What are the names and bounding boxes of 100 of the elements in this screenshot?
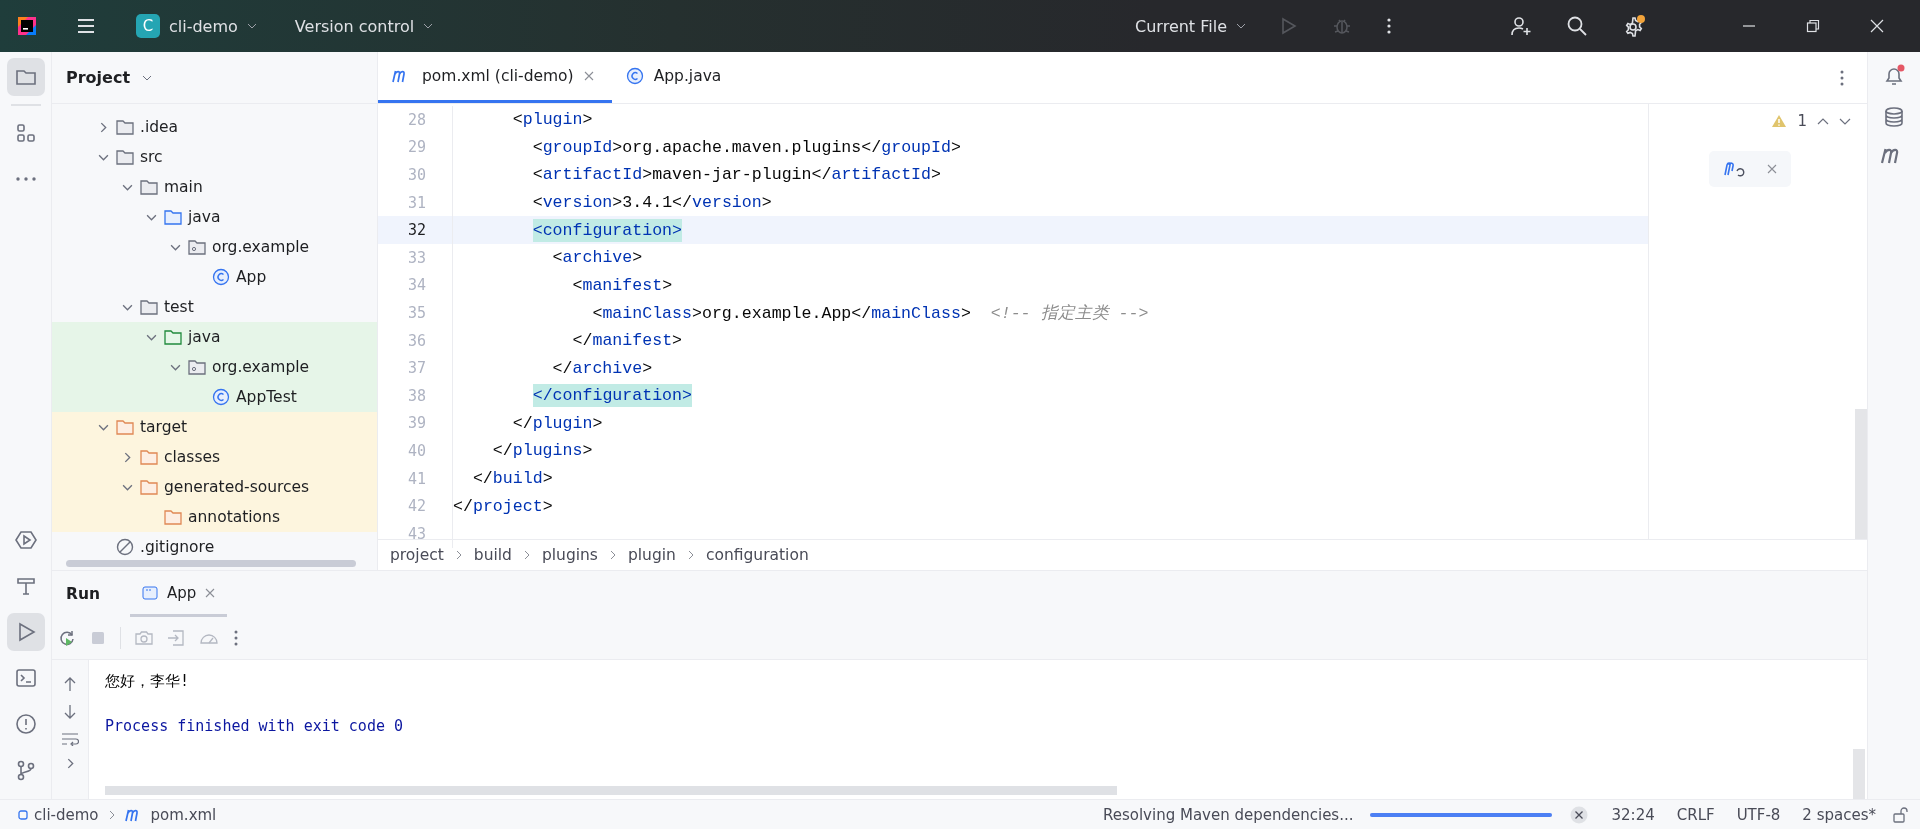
tree-row[interactable]: src — [52, 142, 377, 172]
chevron-down-icon[interactable] — [169, 363, 181, 371]
tree-item-label: java — [188, 328, 221, 346]
more-icon[interactable] — [1386, 16, 1392, 36]
chevron-down-icon[interactable] — [97, 423, 109, 431]
chevron-down-icon[interactable] — [121, 183, 133, 191]
scrollbar[interactable] — [105, 786, 1117, 795]
breadcrumb[interactable]: project — [390, 546, 444, 564]
line-number: 38 — [378, 381, 453, 410]
status-path-item[interactable]: pom.xml — [124, 805, 217, 824]
chevron-down-icon[interactable] — [1839, 117, 1851, 125]
tree-item-label: src — [140, 148, 163, 166]
database-icon[interactable] — [1883, 106, 1905, 128]
tree-row[interactable]: annotations — [52, 502, 377, 532]
breadcrumb[interactable]: plugin — [627, 546, 676, 564]
folder-icon — [164, 329, 182, 345]
module-icon — [18, 809, 28, 820]
tree-row[interactable]: classes — [52, 442, 377, 472]
line-number: 41 — [378, 464, 453, 493]
status-item[interactable]: CRLF — [1676, 805, 1715, 824]
tree-row[interactable]: org.example — [52, 232, 377, 262]
chevron-down-icon[interactable] — [145, 213, 157, 221]
folder-icon — [116, 119, 134, 135]
chevron-right-icon[interactable] — [123, 451, 131, 463]
breadcrumb[interactable]: build — [473, 546, 512, 564]
tree-row[interactable]: test — [52, 292, 377, 322]
project-menu[interactable]: C cli-demo — [128, 8, 265, 44]
folder-icon — [116, 419, 134, 435]
chevron-down-icon[interactable] — [97, 153, 109, 161]
breadcrumb[interactable]: plugins — [541, 546, 598, 564]
code-text: </configuration> — [531, 386, 692, 406]
scrollbar[interactable] — [1853, 749, 1865, 799]
version-control-menu[interactable]: Version control — [286, 10, 442, 42]
restore-icon[interactable] — [1806, 19, 1820, 33]
cancel-icon[interactable] — [1569, 805, 1588, 824]
maven-reload-button[interactable] — [1709, 151, 1791, 187]
scrollbar[interactable] — [66, 559, 356, 567]
line-number: 30 — [378, 161, 453, 189]
tree-row[interactable]: java — [52, 202, 377, 232]
status-item[interactable]: 2 spaces* — [1802, 805, 1876, 824]
status-task: Resolving Maven dependencies... — [1102, 805, 1354, 824]
more-icon[interactable] — [1839, 68, 1845, 87]
menu-icon[interactable] — [76, 16, 96, 36]
warning-count[interactable]: 1 — [1797, 112, 1807, 130]
arrow-down-icon[interactable] — [63, 704, 77, 720]
chevron-down-icon[interactable] — [169, 243, 181, 251]
editor-tab[interactable]: pom.xml (cli-demo) — [378, 52, 612, 103]
hammer-icon — [14, 575, 37, 597]
console-line: 您好，李华! — [105, 671, 191, 692]
tree-item-label: org.example — [212, 238, 310, 256]
tool-window-button[interactable] — [6, 58, 45, 96]
chevron-down-icon[interactable] — [142, 74, 153, 81]
structure-icon — [14, 122, 37, 144]
chevron-right-icon — [609, 550, 616, 560]
tool-window-button[interactable] — [6, 613, 45, 651]
run-configuration-menu[interactable]: Current File — [1127, 10, 1254, 42]
editor-tab[interactable]: App.java — [611, 52, 740, 103]
tree-item-label: target — [140, 418, 188, 436]
tree-row[interactable]: App — [52, 262, 377, 292]
rerun-icon[interactable] — [58, 629, 76, 647]
tree-row[interactable]: org.example — [52, 352, 377, 382]
app-logo-icon[interactable] — [16, 15, 38, 37]
chevron-down-icon[interactable] — [121, 303, 133, 311]
add-user-icon[interactable] — [1510, 15, 1532, 37]
code-text: </plugins> — [491, 441, 593, 461]
chevron-right-icon[interactable] — [66, 758, 74, 769]
breadcrumb[interactable]: configuration — [705, 546, 809, 564]
tree-item-label: .gitignore — [140, 538, 215, 556]
chevron-up-icon[interactable] — [1817, 117, 1829, 125]
tree-row[interactable]: generated-sources — [52, 472, 377, 502]
soft-wrap-icon[interactable] — [61, 732, 79, 746]
chevron-right-icon[interactable] — [99, 121, 107, 133]
tree-row[interactable]: main — [52, 172, 377, 202]
status-item[interactable]: UTF-8 — [1736, 805, 1781, 824]
folder-icon — [140, 449, 158, 465]
tree-row[interactable]: AppTest — [52, 382, 377, 412]
lock-icon[interactable] — [1892, 806, 1908, 823]
code-text: <plugin> — [511, 110, 593, 130]
tree-row[interactable]: java — [52, 322, 377, 352]
tree-item-label: java — [188, 208, 221, 226]
tree-item-label: org.example — [212, 358, 310, 376]
code-text: <groupId>org.apache.maven.plugins</groupId> — [531, 137, 961, 157]
tree-row[interactable]: .gitignore — [52, 532, 377, 556]
chevron-down-icon[interactable] — [145, 333, 157, 341]
arrow-up-icon[interactable] — [63, 676, 77, 692]
scrollbar[interactable] — [1855, 409, 1867, 539]
chevron-down-icon[interactable] — [121, 483, 133, 491]
run-tab[interactable]: App — [130, 571, 228, 617]
panel-title[interactable]: Project — [66, 68, 131, 87]
search-icon[interactable] — [1566, 15, 1588, 37]
tree-item-label: generated-sources — [164, 478, 310, 496]
code-text: <mainClass>org.example.App</mainClass> <!-- 指定主类 --> — [591, 302, 1149, 324]
tree-row[interactable]: target — [52, 412, 377, 442]
caret-icon — [246, 23, 257, 29]
tree-row[interactable]: .idea — [52, 112, 377, 142]
status-path-item[interactable]: cli-demo — [18, 805, 99, 824]
line-number: 36 — [378, 326, 453, 355]
status-item[interactable]: 32:24 — [1611, 805, 1655, 824]
line-number: 43 — [378, 519, 453, 548]
hexagon-play-icon — [14, 529, 37, 551]
